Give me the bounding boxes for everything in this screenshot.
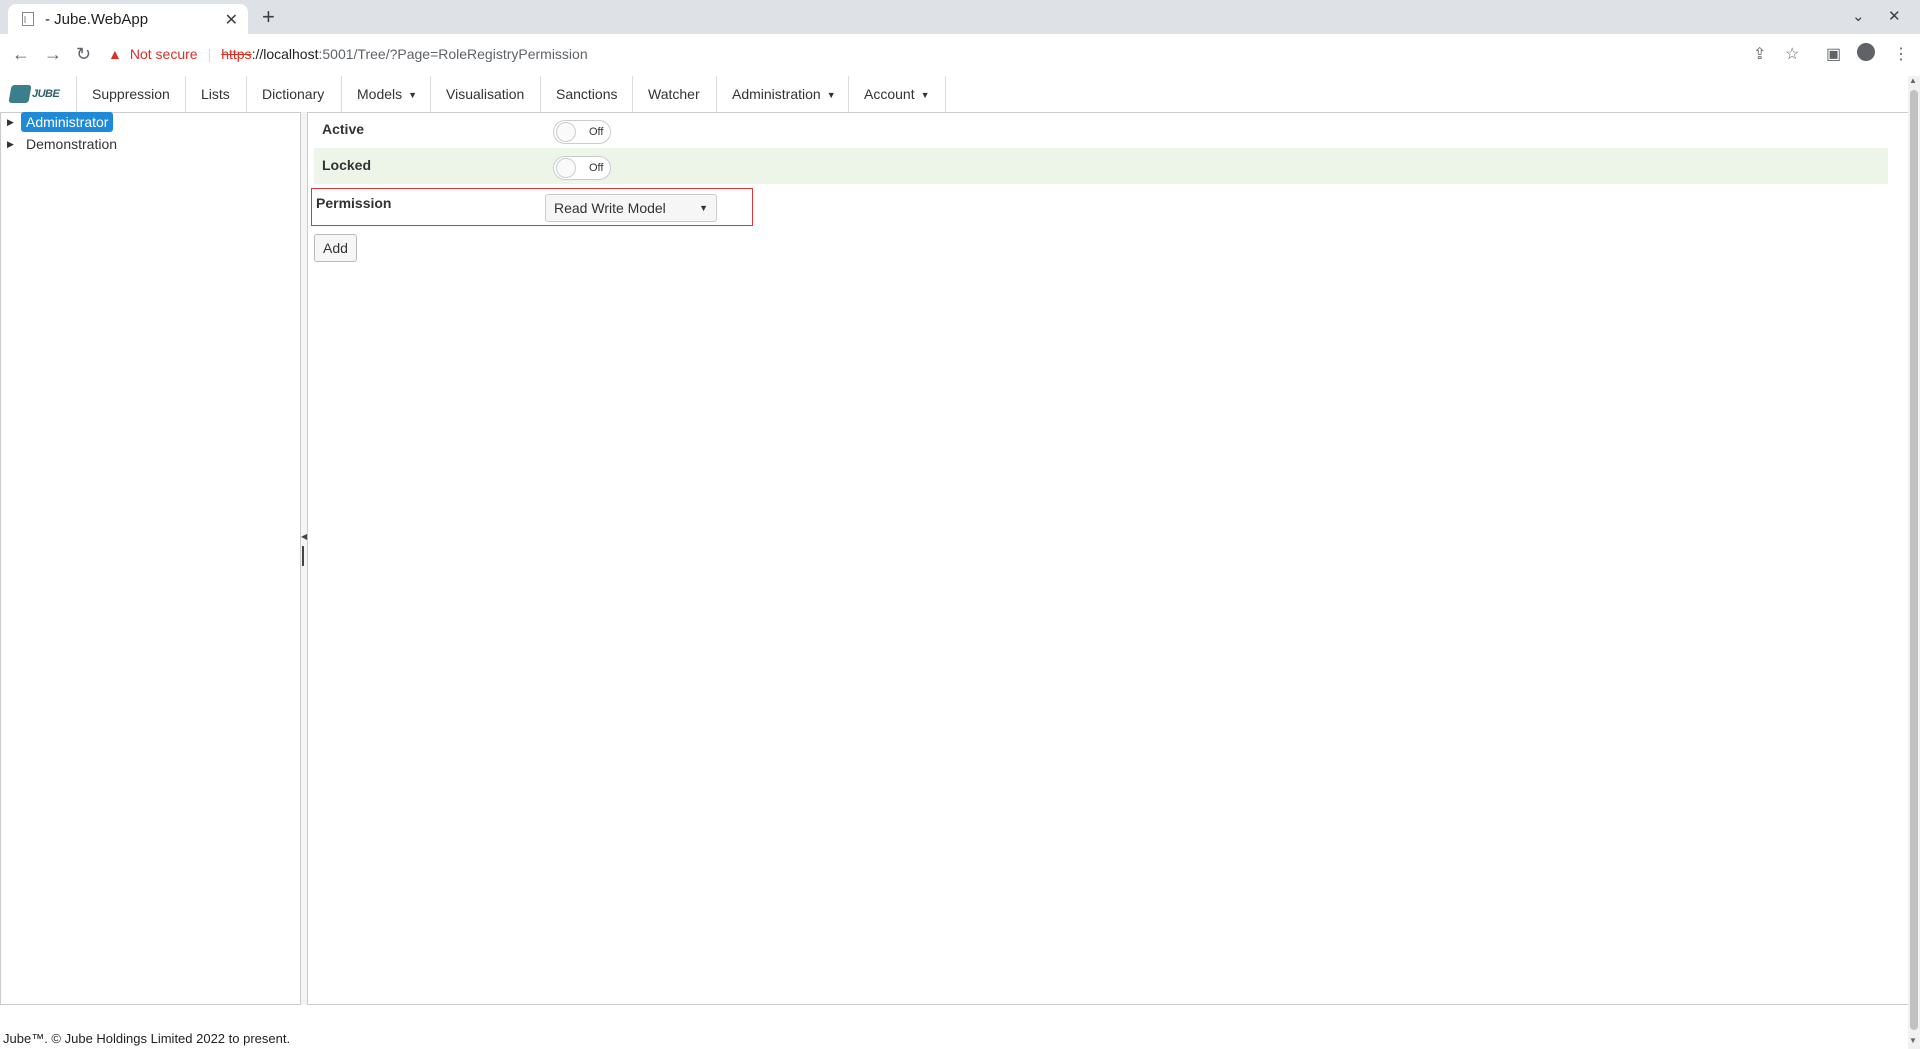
scroll-down-icon[interactable]: ▼ (1909, 1036, 1917, 1045)
caret-down-icon: ▼ (408, 90, 418, 100)
app-navbar: JUBE Suppression Lists Dictionary Models… (0, 76, 1908, 113)
reload-icon[interactable]: ↻ (76, 43, 91, 65)
tree-pane: ▶ Administrator ▶ Demonstration (0, 112, 301, 1005)
permission-select[interactable]: Read Write Model ▼ (545, 194, 717, 222)
add-button[interactable]: Add (314, 234, 357, 262)
permission-label: Permission (316, 195, 392, 211)
side-panel-icon[interactable]: ▣ (1826, 44, 1841, 64)
nav-dictionary[interactable]: Dictionary (246, 76, 339, 112)
page-icon (22, 12, 34, 26)
url-scheme: https (221, 46, 252, 62)
new-tab-icon[interactable]: + (262, 4, 275, 30)
warning-triangle-icon: ▲ (108, 46, 122, 62)
collapse-arrow-icon[interactable]: ◀ (301, 532, 307, 541)
toggle-state: Off (589, 126, 604, 138)
forward-arrow-icon[interactable]: → (44, 43, 62, 65)
dropdown-arrow-icon: ▼ (699, 203, 708, 213)
footer-copyright: Jube™. © Jube Holdings Limited 2022 to p… (3, 1031, 291, 1046)
pane-splitter[interactable]: ◀ (301, 112, 308, 1005)
nav-label: Visualisation (446, 86, 525, 102)
nav-sanctions[interactable]: Sanctions (540, 76, 632, 112)
locked-row: Locked Off (314, 148, 1888, 184)
jube-logo[interactable]: JUBE (8, 83, 68, 105)
page-scrollbar[interactable]: ▲ ▼ (1908, 76, 1920, 1049)
nav-label: Sanctions (556, 86, 618, 102)
share-icon[interactable]: ⇪ (1753, 44, 1766, 64)
main-pane: Active Off Locked Off Permission Read Wr… (308, 112, 1908, 1005)
permission-value: Read Write Model (554, 200, 666, 216)
expand-triangle-icon[interactable]: ▶ (7, 139, 17, 150)
nav-administration[interactable]: Administration ▼ (716, 76, 851, 112)
nav-lists[interactable]: Lists (185, 76, 245, 112)
nav-models[interactable]: Models ▼ (341, 76, 432, 112)
scrollbar-thumb[interactable] (1910, 90, 1918, 1030)
security-label: Not secure (129, 46, 198, 62)
nav-label: Suppression (92, 86, 170, 102)
browser-menu-icon[interactable]: ⋮ (1893, 44, 1909, 64)
nav-watcher[interactable]: Watcher (632, 76, 715, 112)
tree-node-administrator[interactable]: ▶ Administrator (7, 112, 114, 132)
active-label: Active (322, 121, 365, 137)
nav-label: Dictionary (262, 86, 325, 102)
tab-close-icon[interactable]: ✕ (225, 10, 238, 30)
active-row: Active Off (314, 112, 1888, 148)
locked-toggle[interactable]: Off (553, 156, 611, 180)
browser-tab[interactable]: - Jube.WebApp ✕ (8, 4, 248, 34)
profile-avatar-icon[interactable] (1857, 43, 1875, 61)
scroll-up-icon[interactable]: ▲ (1909, 76, 1917, 85)
nav-label: Models (357, 86, 403, 102)
expand-triangle-icon[interactable]: ▶ (7, 117, 17, 128)
jube-logo-text: JUBE (32, 88, 60, 100)
nav-account[interactable]: Account ▼ (848, 76, 946, 112)
locked-label: Locked (322, 157, 372, 173)
address-separator: | (207, 46, 212, 62)
toggle-knob (556, 158, 576, 178)
splitter-grip[interactable] (302, 546, 304, 566)
caret-down-icon: ▼ (920, 90, 930, 100)
browser-tabstrip: - Jube.WebApp ✕ + ⌄ ✕ (0, 0, 1920, 34)
browser-toolbar: ← → ↻ ▲ Not secure | https://localhost:5… (0, 34, 1920, 77)
toggle-knob (556, 122, 576, 142)
nav-suppression[interactable]: Suppression (76, 76, 185, 112)
toggle-state: Off (589, 162, 604, 174)
jube-logo-mark (8, 85, 32, 103)
nav-visualisation[interactable]: Visualisation (430, 76, 539, 112)
back-arrow-icon[interactable]: ← (12, 43, 30, 65)
tab-title: - Jube.WebApp (45, 11, 149, 28)
nav-label: Account (864, 86, 915, 102)
tree-node-label[interactable]: Demonstration (21, 134, 122, 154)
nav-label: Administration (732, 86, 821, 102)
url-host: ://localhost (251, 46, 319, 62)
nav-label: Watcher (648, 86, 700, 102)
nav-label: Lists (201, 86, 230, 102)
bookmark-star-icon[interactable]: ☆ (1785, 44, 1799, 64)
tree-node-label[interactable]: Administrator (21, 112, 114, 132)
window-close-icon[interactable]: ✕ (1888, 7, 1901, 25)
tab-search-chevron-icon[interactable]: ⌄ (1852, 7, 1865, 25)
address-bar[interactable]: ▲ Not secure | https://localhost:5001/Tr… (108, 39, 588, 69)
tree-node-demonstration[interactable]: ▶ Demonstration (7, 134, 122, 154)
caret-down-icon: ▼ (826, 90, 836, 100)
url-path: :5001/Tree/?Page=RoleRegistryPermission (318, 46, 588, 62)
active-toggle[interactable]: Off (553, 120, 611, 144)
